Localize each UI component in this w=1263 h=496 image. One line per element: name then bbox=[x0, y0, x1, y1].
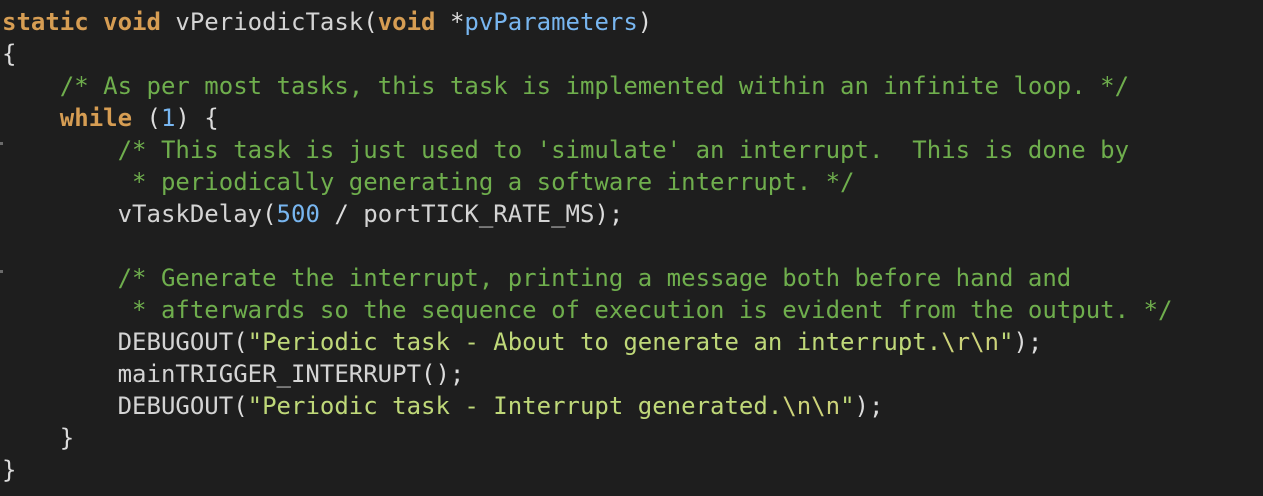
code-line-9: /* Generate the interrupt, printing a me… bbox=[2, 262, 1072, 294]
code-line-11: DEBUGOUT("Periodic task - About to gener… bbox=[117, 328, 1043, 356]
code-line-13: DEBUGOUT("Periodic task - Interrupt gene… bbox=[117, 392, 884, 420]
escape-seq: \n bbox=[782, 392, 812, 420]
code-line-14: } bbox=[2, 422, 74, 454]
close-inner-brace: } bbox=[59, 424, 75, 452]
code-line-6: * periodically generating a software int… bbox=[2, 166, 855, 198]
code-line-1: static void vPeriodicTask(void *pvParame… bbox=[2, 8, 653, 36]
debug-string-1: "Periodic task - About to generate an in… bbox=[247, 328, 942, 356]
trigger-call: mainTRIGGER_INTERRUPT bbox=[117, 360, 422, 388]
comment-generate-1: /* Generate the interrupt, printing a me… bbox=[117, 264, 1072, 292]
code-line-12: mainTRIGGER_INTERRUPT(); bbox=[117, 360, 465, 388]
escape-seq: \n bbox=[970, 328, 1000, 356]
function-name: vPeriodicTask bbox=[175, 8, 364, 36]
code-line-3: /* As per most tasks, this task is imple… bbox=[2, 70, 1129, 102]
keyword-static: static bbox=[2, 8, 89, 36]
code-line-15: } bbox=[2, 454, 16, 486]
debug-string-2: "Periodic task - Interrupt generated. bbox=[247, 392, 783, 420]
comment-simulate-1: /* This task is just used to 'simulate' … bbox=[117, 136, 1130, 164]
delay-rest: portTICK_RATE_MS bbox=[363, 200, 595, 228]
delay-value: 500 bbox=[276, 200, 320, 228]
code-line-10: * afterwards so the sequence of executio… bbox=[2, 294, 1172, 326]
keyword-while: while bbox=[59, 104, 133, 132]
debug-call-1: DEBUGOUT bbox=[117, 328, 234, 356]
comment-simulate-2: * periodically generating a software int… bbox=[117, 168, 855, 196]
code-editor[interactable]: static void vPeriodicTask(void *pvParame… bbox=[0, 0, 1263, 496]
code-line-5: /* This task is just used to 'simulate' … bbox=[2, 134, 1129, 166]
delay-call: vTaskDelay bbox=[117, 200, 263, 228]
comment-loop: /* As per most tasks, this task is imple… bbox=[59, 72, 1130, 100]
code-line-2: { bbox=[2, 38, 16, 70]
keyword-void: void bbox=[103, 8, 161, 36]
comment-generate-2: * afterwards so the sequence of executio… bbox=[117, 296, 1173, 324]
code-line-7: vTaskDelay(500 / portTICK_RATE_MS); bbox=[117, 200, 624, 228]
while-arg: 1 bbox=[160, 104, 176, 132]
escape-seq: \r bbox=[941, 328, 971, 356]
param-name: pvParameters bbox=[464, 8, 638, 36]
code-line-4: while (1) { bbox=[59, 104, 219, 132]
escape-seq: \n bbox=[811, 392, 841, 420]
debug-call-2: DEBUGOUT bbox=[117, 392, 234, 420]
param-type: void bbox=[377, 8, 436, 36]
open-brace: { bbox=[2, 40, 17, 68]
close-outer-brace: } bbox=[2, 456, 17, 484]
